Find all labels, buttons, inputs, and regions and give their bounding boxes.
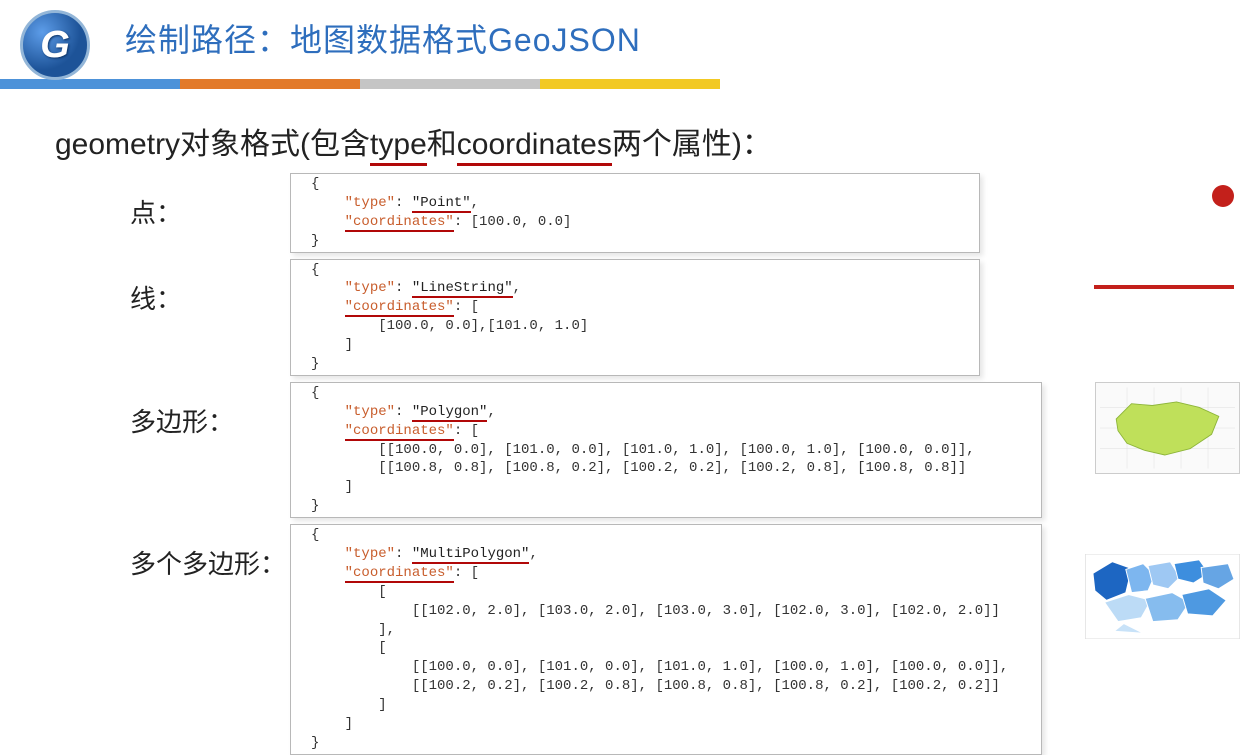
- subhead-type: type: [370, 128, 427, 166]
- color-stripe: [0, 79, 720, 89]
- label-polygon: 多边形：: [0, 382, 290, 518]
- subhead-coordinates: coordinates: [457, 128, 612, 166]
- point-icon: [1212, 185, 1234, 207]
- row-point: 点： { "type": "Point", "coordinates": [10…: [0, 173, 1250, 253]
- subheading: geometry对象格式(包含type和coordinates两个属性)：: [55, 119, 1250, 163]
- logo-letter: G: [40, 24, 70, 67]
- line-icon: [1094, 285, 1234, 289]
- code-polygon: { "type": "Polygon", "coordinates": [ [[…: [290, 382, 1042, 518]
- row-multipolygon: 多个多边形： { "type": "MultiPolygon", "coordi…: [0, 524, 1250, 755]
- slide-title: 绘制路径：地图数据格式GeoJSON: [0, 15, 1250, 61]
- multipolygon-map-thumb: [1085, 554, 1240, 639]
- subhead-mid: 和: [427, 128, 457, 161]
- label-line: 线：: [0, 259, 290, 376]
- label-point: 点：: [0, 173, 290, 253]
- code-linestring: { "type": "LineString", "coordinates": […: [290, 259, 980, 376]
- polygon-map-thumb: [1095, 382, 1240, 477]
- row-polygon: 多边形： { "type": "Polygon", "coordinates":…: [0, 382, 1250, 518]
- code-multipolygon: { "type": "MultiPolygon", "coordinates":…: [290, 524, 1042, 755]
- slide-header: G 绘制路径：地图数据格式GeoJSON: [0, 0, 1250, 89]
- code-point: { "type": "Point", "coordinates": [100.0…: [290, 173, 980, 253]
- logo-badge: G: [20, 10, 90, 80]
- row-line: 线： { "type": "LineString", "coordinates"…: [0, 259, 1250, 376]
- subhead-prefix: geometry对象格式(包含: [55, 128, 370, 161]
- subhead-suffix: 两个属性)：: [612, 128, 772, 161]
- label-multipolygon: 多个多边形：: [0, 524, 290, 755]
